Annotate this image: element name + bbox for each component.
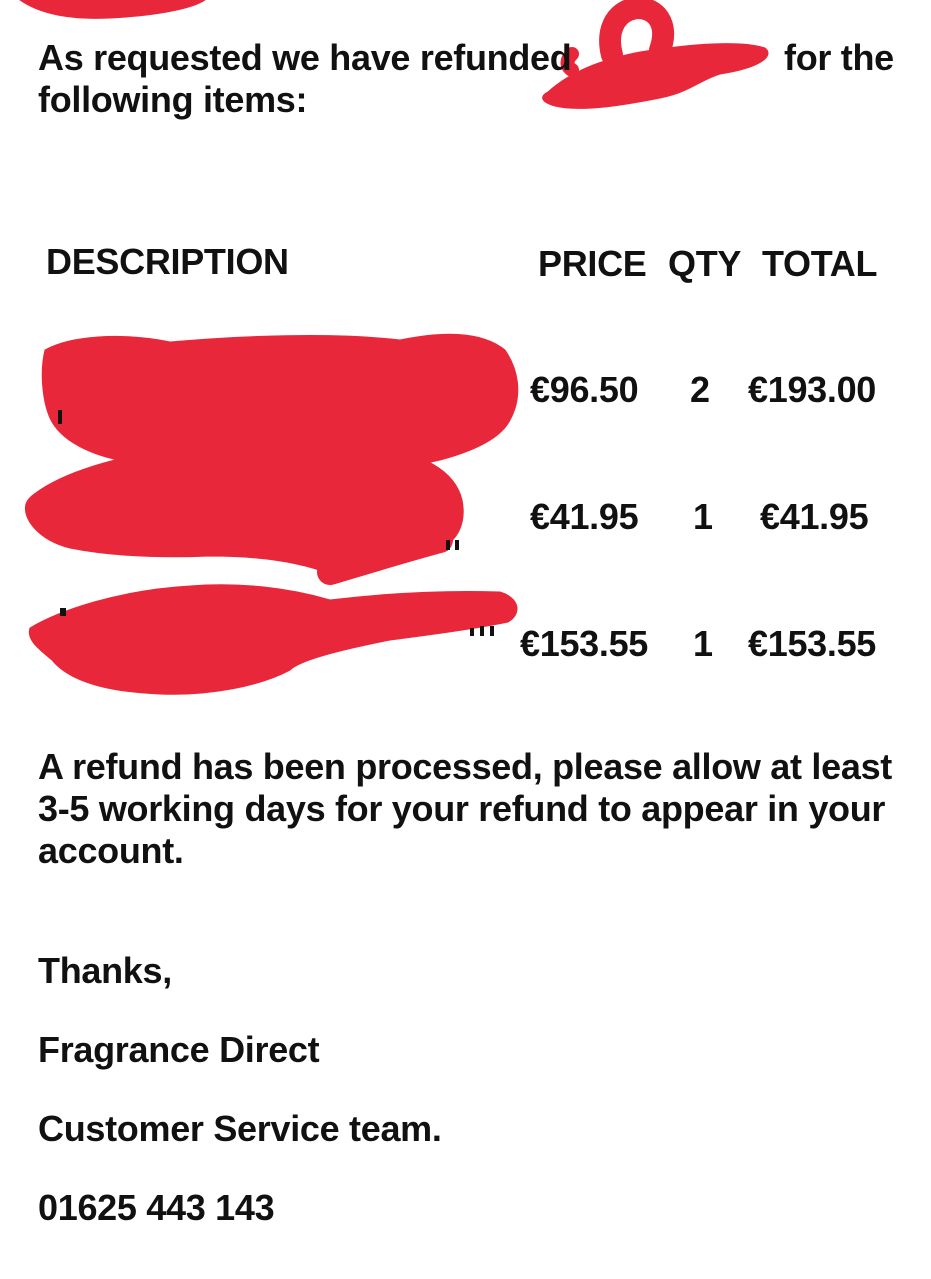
row-3-total: €153.55: [748, 623, 877, 664]
row-2-price: €41.95: [530, 496, 639, 537]
row-1-total: €193.00: [748, 369, 877, 410]
refund-note-line-1: A refund has been processed, please allo…: [38, 746, 892, 787]
row-2-total: €41.95: [760, 496, 869, 537]
redaction-top: [19, 0, 206, 19]
header-description: DESCRIPTION: [46, 241, 289, 282]
redaction-row-1: [41, 333, 519, 470]
redaction-amount-loop: [599, 0, 675, 66]
row-1-qty: 2: [690, 369, 710, 410]
header-price: PRICE: [538, 243, 647, 284]
redaction-amount: [542, 43, 769, 109]
intro-line-2: following items:: [38, 79, 308, 120]
signoff-team: Customer Service team.: [38, 1108, 442, 1149]
refund-note-line-2: 3-5 working days for your refund to appe…: [38, 788, 886, 829]
header-qty: QTY: [668, 243, 742, 284]
refund-note-line-3: account.: [38, 830, 184, 871]
signoff-phone[interactable]: 01625 443 143: [38, 1187, 275, 1229]
row-3-qty: 1: [693, 623, 713, 664]
intro-suffix: for the: [784, 37, 894, 78]
row-2-qty: 1: [693, 496, 713, 537]
signoff-company: Fragrance Direct: [38, 1029, 320, 1070]
signoff-thanks: Thanks,: [38, 950, 172, 991]
intro-prefix: As requested we have refunded: [38, 37, 572, 78]
redaction-row-3: [28, 584, 518, 695]
header-total: TOTAL: [762, 243, 878, 284]
row-1-price: €96.50: [530, 369, 639, 410]
redaction-row-2: [24, 441, 464, 577]
row-3-price: €153.55: [520, 623, 649, 664]
